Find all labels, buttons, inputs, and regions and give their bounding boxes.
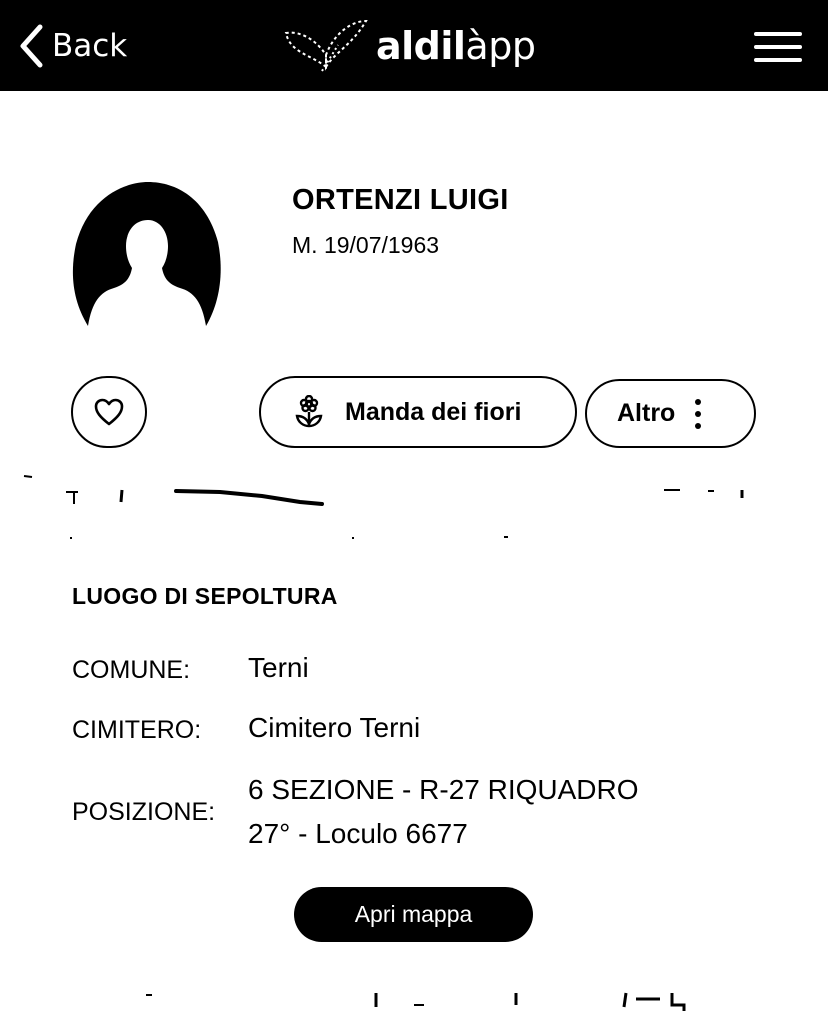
avatar	[72, 182, 221, 326]
favorite-button[interactable]	[71, 376, 147, 448]
posizione-label: POSIZIONE:	[72, 798, 216, 826]
heart-icon	[94, 398, 124, 426]
scan-artifacts-bottom	[146, 992, 686, 1011]
send-flowers-button[interactable]: Manda dei fiori	[259, 376, 577, 448]
posizione-line-2: 27° - Loculo 6677	[248, 818, 468, 849]
app-logo-text: aldilàpp	[376, 24, 536, 68]
more-vertical-icon	[695, 398, 702, 429]
app-logo: aldilàpp	[282, 14, 536, 78]
cimitero-value: Cimitero Terni	[248, 712, 421, 743]
more-options-label: Altro	[617, 399, 676, 427]
send-flowers-label: Manda dei fiori	[345, 397, 522, 426]
back-label: Back	[52, 28, 128, 64]
deceased-dates: M. 19/07/1963	[292, 232, 440, 258]
cimitero-label: CIMITERO:	[72, 716, 202, 744]
open-map-button[interactable]: Apri mappa	[294, 887, 533, 942]
top-navigation-bar: Back aldilàpp	[0, 0, 828, 91]
posizione-value: 6 SEZIONE - R-27 RIQUADRO 27° - Loculo 6…	[248, 768, 639, 856]
scan-artifacts	[23, 475, 744, 539]
burial-section-title: LUOGO DI SEPOLTURA	[72, 583, 338, 609]
comune-label: COMUNE:	[72, 656, 191, 684]
butterfly-logo-icon	[284, 19, 368, 72]
comune-value: Terni	[248, 652, 309, 683]
hamburger-menu-icon[interactable]	[754, 32, 802, 62]
back-button[interactable]: Back	[18, 22, 127, 70]
flower-icon	[295, 395, 323, 428]
more-options-button[interactable]: Altro	[585, 379, 756, 448]
posizione-line-1: 6 SEZIONE - R-27 RIQUADRO	[248, 774, 639, 805]
chevron-left-icon	[20, 24, 43, 68]
deceased-name: ORTENZI LUIGI	[292, 184, 509, 216]
